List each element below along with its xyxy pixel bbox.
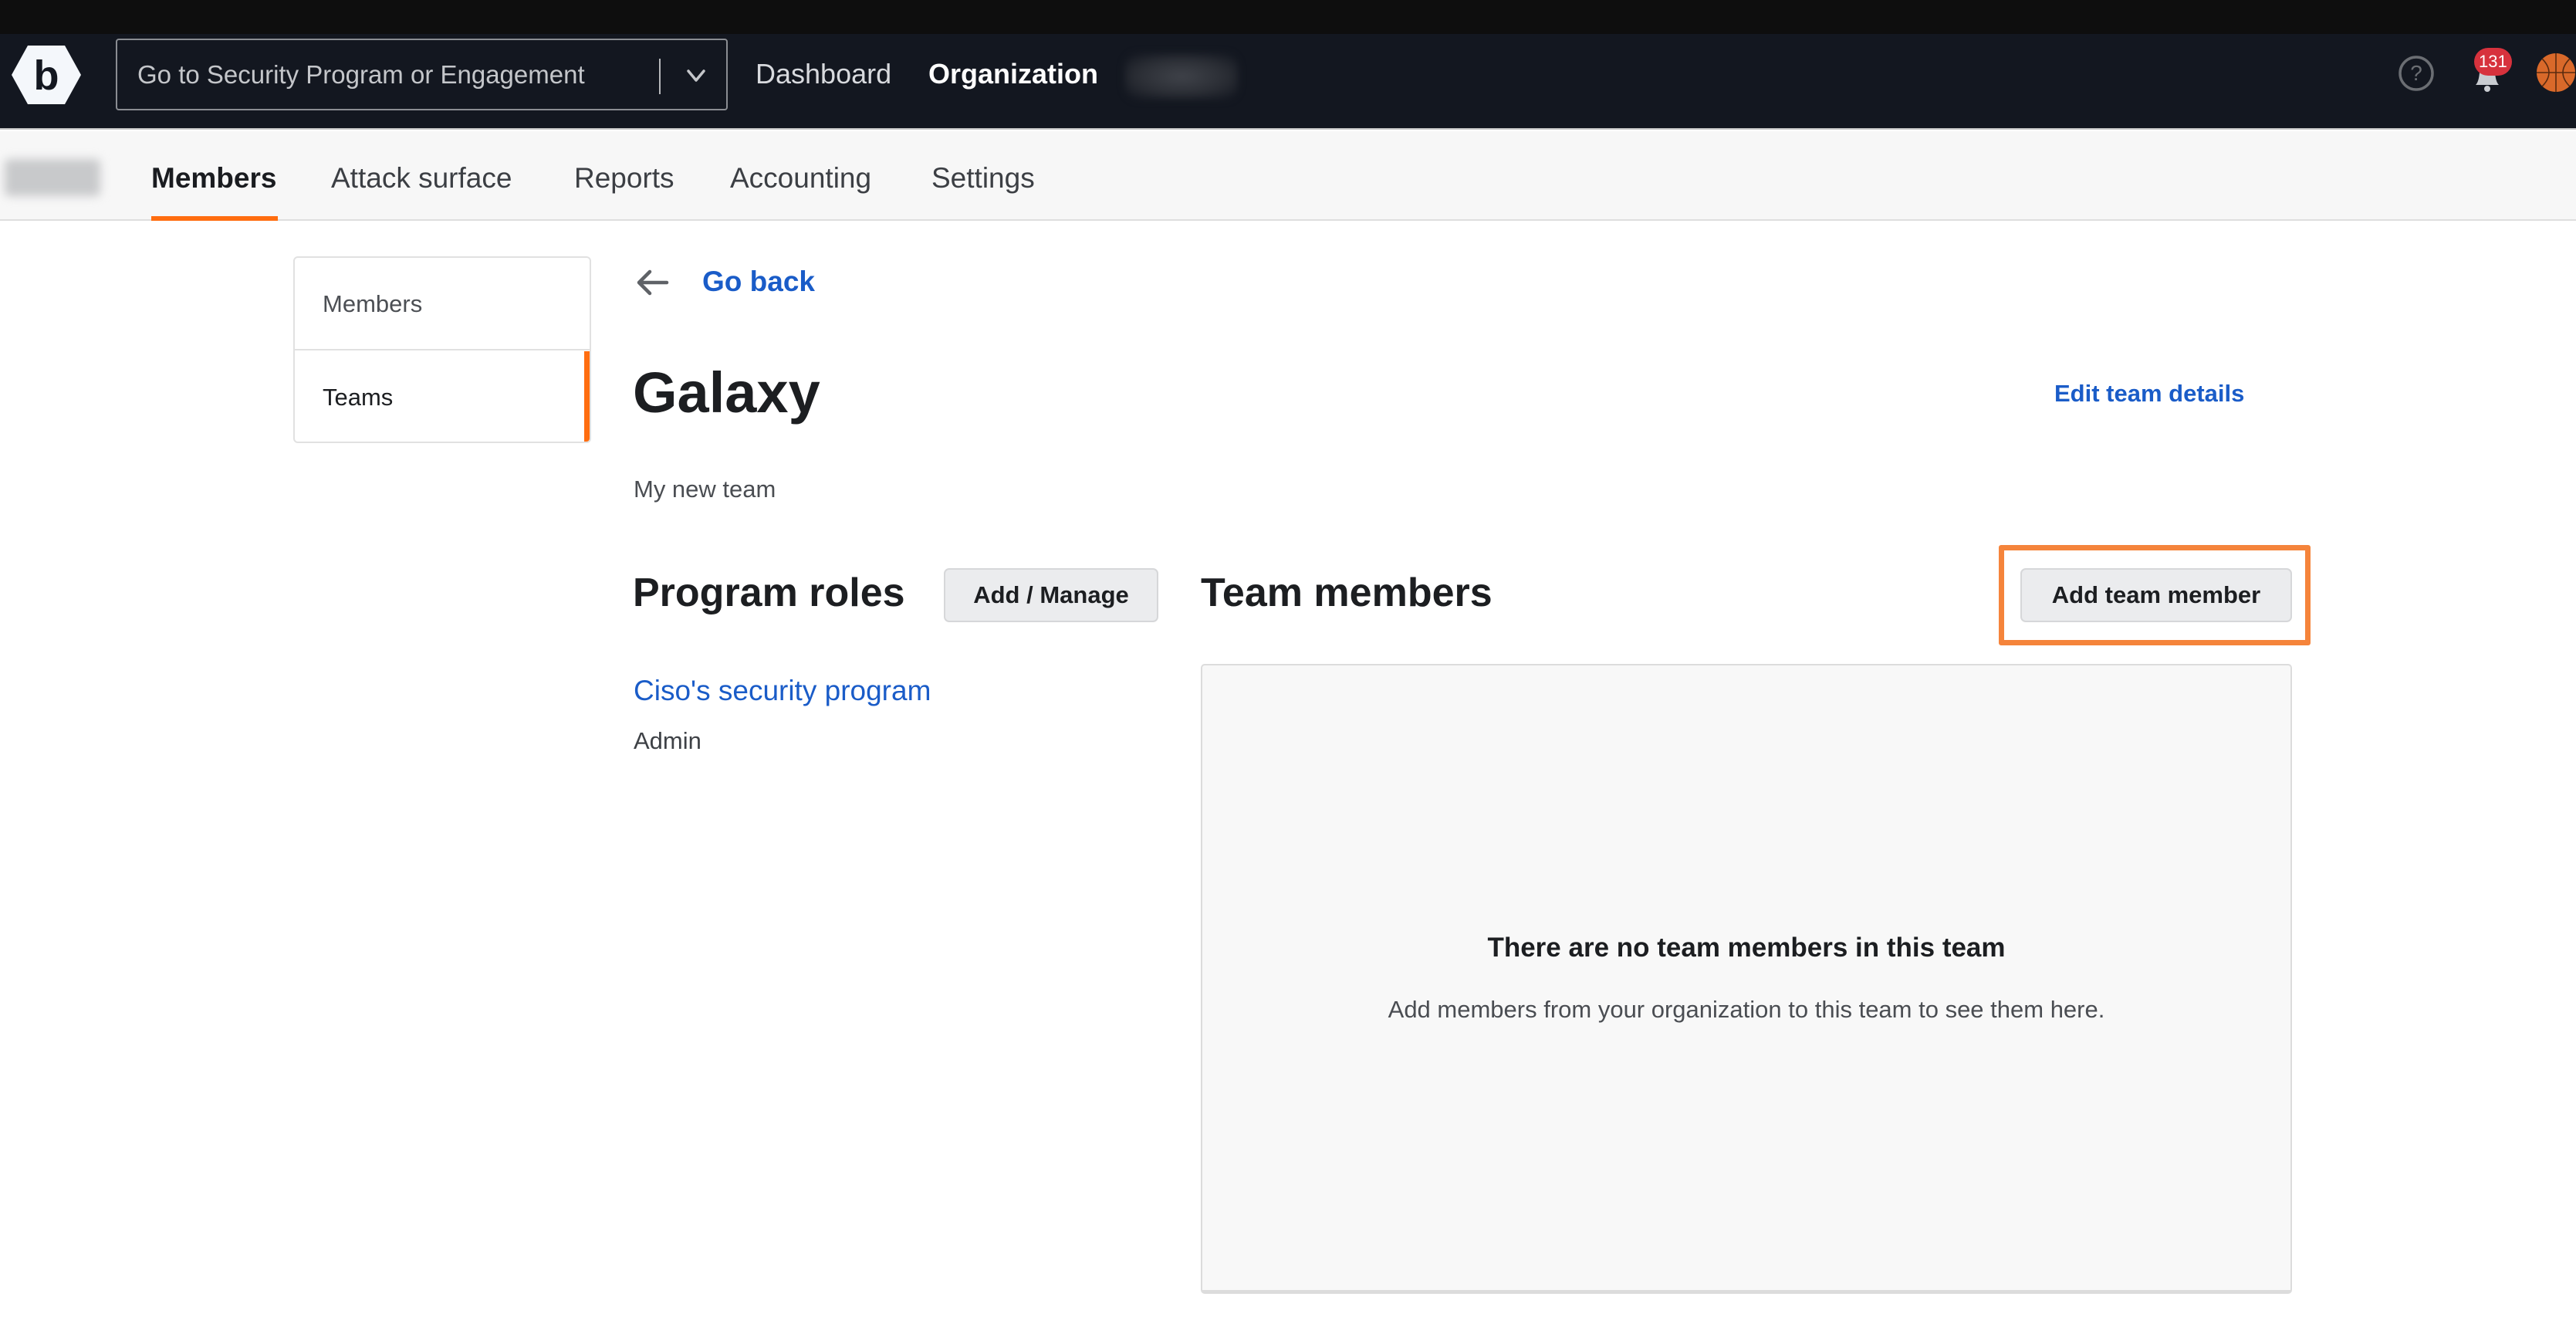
nav-link-organization[interactable]: Organization (928, 34, 1098, 114)
tab-members[interactable]: Members (151, 131, 276, 225)
role-program-link[interactable]: Ciso's security program (634, 675, 931, 707)
logo-letter: b (34, 52, 59, 99)
tab-reports[interactable]: Reports (574, 131, 674, 225)
svg-text:?: ? (2410, 61, 2422, 85)
program-select-placeholder: Go to Security Program or Engagement (137, 60, 585, 89)
top-navigation: b Go to Security Program or Engagement D… (0, 34, 2576, 130)
blurred-organization-label (5, 159, 100, 196)
team-members-empty-state: There are no team members in this team A… (1201, 664, 2292, 1294)
blurred-organization-name (1125, 54, 1238, 99)
side-menu-item-teams[interactable]: Teams (295, 351, 590, 442)
nav-link-dashboard[interactable]: Dashboard (756, 34, 891, 114)
os-top-bar (0, 0, 2576, 34)
side-menu-item-members[interactable]: Members (295, 258, 590, 350)
add-team-member-button[interactable]: Add team member (2020, 568, 2292, 622)
arrow-left-icon[interactable] (634, 269, 670, 296)
empty-state-title: There are no team members in this team (1487, 933, 2006, 963)
active-tab-indicator (151, 216, 278, 221)
edit-team-details-link[interactable]: Edit team details (2054, 380, 2244, 408)
help-circle-icon[interactable]: ? (2397, 54, 2436, 93)
team-description: My new team (634, 476, 776, 503)
chevron-down-icon[interactable] (681, 62, 712, 90)
select-divider (659, 59, 661, 94)
notification-count-badge: 131 (2474, 48, 2512, 76)
side-menu-active-indicator (584, 351, 590, 442)
user-avatar-basketball[interactable] (2536, 52, 2576, 93)
tab-settings[interactable]: Settings (931, 131, 1035, 225)
organization-subnav: Members Attack surface Reports Accountin… (0, 131, 2576, 221)
empty-state-description: Add members from your organization to th… (1388, 996, 2105, 1023)
team-name-heading: Galaxy (633, 361, 820, 425)
program-engagement-select[interactable]: Go to Security Program or Engagement (116, 39, 728, 110)
go-back-link[interactable]: Go back (702, 266, 815, 298)
add-manage-roles-button[interactable]: Add / Manage (944, 568, 1158, 622)
tab-accounting[interactable]: Accounting (730, 131, 871, 225)
bugcrowd-logo-icon[interactable]: b (11, 45, 82, 105)
tab-attack-surface[interactable]: Attack surface (331, 131, 512, 225)
members-side-menu: Members Teams (293, 256, 591, 443)
program-roles-heading: Program roles (633, 570, 905, 615)
role-name: Admin (634, 727, 701, 754)
team-members-heading: Team members (1201, 570, 1493, 615)
